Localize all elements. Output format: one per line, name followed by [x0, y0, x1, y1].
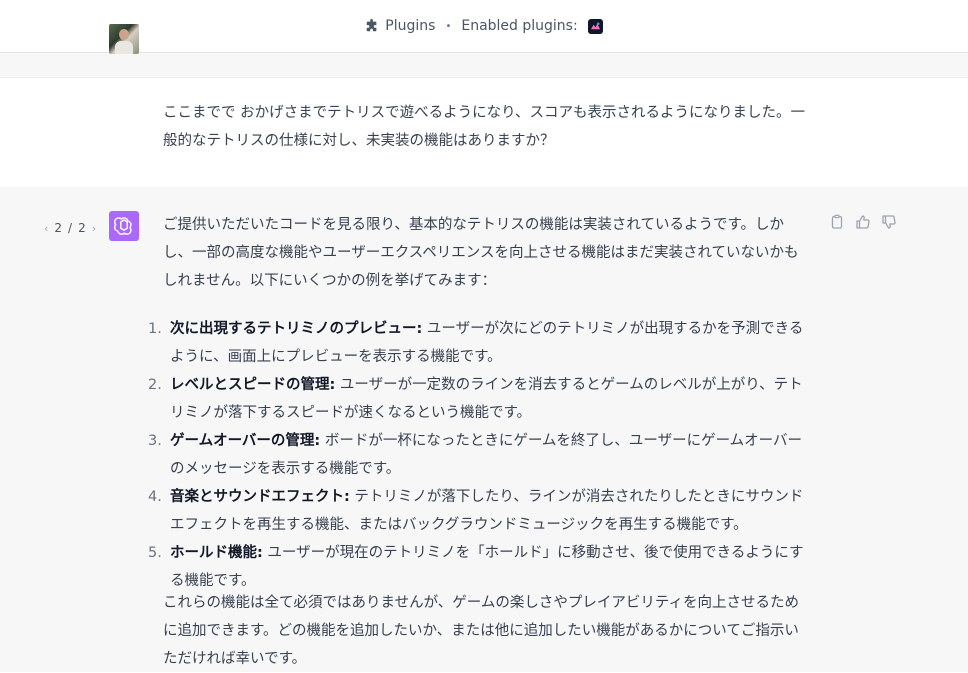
pager-total: 2 — [78, 221, 86, 235]
copy-icon[interactable] — [829, 214, 845, 230]
assistant-outro-text: これらの機能は全て必須ではありませんが、ゲームの楽しさやプレイアビリティを向上さ… — [163, 595, 799, 667]
list-item: 4. 音楽とサウンドエフェクト: テトリミノが落下したり、ラインが消去されたりし… — [148, 483, 813, 539]
plugins-dropdown[interactable]: Plugins — [365, 18, 435, 34]
feature-title: ゲームオーバーの管理: — [170, 433, 321, 449]
plugins-header: Plugins • Enabled plugins: — [0, 0, 968, 53]
assistant-avatar — [109, 211, 139, 241]
user-message-text: ここまでで おかげさまでテトリスで遊べるようになり、スコアも表示されるようになり… — [163, 105, 806, 149]
separator-dot: • — [445, 20, 452, 32]
pager-current: 2 — [54, 221, 63, 235]
thumbs-down-icon[interactable] — [881, 214, 897, 230]
list-item: 1. 次に出現するテトリミノのプレビュー: ユーザーが次にどのテトリミノが出現す… — [148, 315, 813, 371]
plugins-label: Plugins — [385, 18, 436, 34]
assistant-intro-text: ご提供いただいたコードを見る限り、基本的なテトリスの機能は実装されているようです… — [163, 217, 799, 289]
enabled-plugins-label: Enabled plugins: — [461, 18, 578, 34]
list-number: 2. — [148, 377, 162, 393]
feature-title: ホールド機能: — [170, 545, 263, 561]
list-number: 1. — [148, 321, 162, 337]
enabled-plugin-icon[interactable] — [587, 18, 603, 34]
openai-logo-icon — [113, 217, 132, 235]
list-item: 5. ホールド機能: ユーザーが現在のテトリミノを「ホールド」に移動させ、後で使… — [148, 539, 813, 595]
feature-text: ユーザーが現在のテトリミノを「ホールド」に移動させ、後で使用できるようにする機能… — [170, 545, 804, 589]
plugin-logo-icon — [590, 22, 600, 29]
feature-list: 1. 次に出現するテトリミノのプレビュー: ユーザーが次にどのテトリミノが出現す… — [148, 315, 813, 595]
enabled-plugins: Enabled plugins: — [461, 18, 603, 34]
feature-title: 音楽とサウンドエフェクト: — [170, 489, 350, 505]
list-item: 3. ゲームオーバーの管理: ボードが一杯になったときにゲームを終了し、ユーザー… — [148, 427, 813, 483]
spacer-band — [0, 53, 968, 77]
next-response-button[interactable]: › — [92, 222, 96, 235]
list-number: 5. — [148, 545, 162, 561]
pager-separator: / — [68, 221, 73, 235]
response-pager: ‹ 2 / 2 › — [44, 221, 96, 235]
feature-title: レベルとスピードの管理: — [170, 377, 336, 393]
puzzle-icon — [367, 19, 377, 32]
list-item: 2. レベルとスピードの管理: ユーザーが一定数のラインを消去するとゲームのレベ… — [148, 371, 813, 427]
feature-title: 次に出現するテトリミノのプレビュー: — [170, 321, 423, 337]
previous-response-button[interactable]: ‹ — [44, 222, 48, 235]
list-number: 4. — [148, 489, 162, 505]
list-number: 3. — [148, 433, 162, 449]
message-actions — [829, 214, 897, 230]
thumbs-up-icon[interactable] — [855, 214, 871, 230]
user-avatar — [109, 24, 139, 54]
